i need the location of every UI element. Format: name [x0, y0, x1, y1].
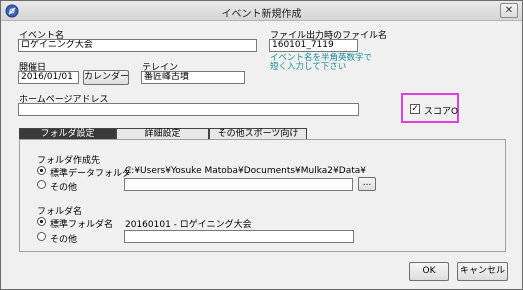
foldername-other-radio[interactable] [37, 232, 46, 241]
foldername-other-input[interactable] [124, 230, 354, 243]
folder-other-label[interactable]: その他 [50, 180, 77, 193]
folder-name-group-label: フォルダ名 [37, 207, 83, 217]
title-bar[interactable]: イベント新規作成 ✕ [1, 1, 522, 21]
foldername-standard-label[interactable]: 標準フォルダ名 [50, 217, 113, 230]
folder-standard-radio[interactable] [37, 166, 46, 175]
homepage-input[interactable] [18, 103, 359, 116]
date-input[interactable]: 2016/01/01 [18, 71, 79, 84]
foldername-other-label[interactable]: その他 [50, 232, 77, 245]
cancel-button[interactable]: キャンセル [457, 262, 508, 281]
close-icon[interactable]: ✕ [505, 5, 513, 16]
calendar-button[interactable]: カレンダー [83, 70, 129, 85]
event-create-dialog: イベント新規作成 ✕ イベント名 ロゲイニング大会 ファイル出力時のファイル名 … [0, 0, 523, 290]
terrain-input[interactable]: 番匠峰古墳 [141, 71, 245, 84]
folder-other-radio[interactable] [37, 180, 46, 189]
score-o-checkbox[interactable]: ✓ [410, 104, 420, 114]
output-filename-input[interactable]: 160101_7119 [269, 39, 358, 52]
folder-standard-path: C:¥Users¥Yosuke Matoba¥Documents¥Mulka2¥… [125, 166, 366, 176]
close-button[interactable]: ✕ [500, 3, 518, 18]
folder-standard-label[interactable]: 標準データフォルダ [50, 166, 131, 179]
browse-button[interactable]: ... [358, 177, 376, 191]
event-name-input[interactable]: ロゲイニング大会 [18, 39, 257, 52]
ok-button[interactable]: OK [409, 262, 449, 281]
folder-creation-group-label: フォルダ作成先 [37, 156, 101, 166]
foldername-standard-radio[interactable] [37, 217, 46, 226]
check-icon: ✓ [411, 104, 419, 114]
folder-other-input[interactable] [124, 178, 353, 191]
output-filename-hint-2: 短く入力して下さい [270, 62, 347, 72]
window-title: イベント新規作成 [221, 9, 302, 20]
foldername-standard-value: 20160101 - ロゲイニング大会 [125, 220, 252, 230]
score-o-label[interactable]: スコアO [424, 104, 458, 117]
